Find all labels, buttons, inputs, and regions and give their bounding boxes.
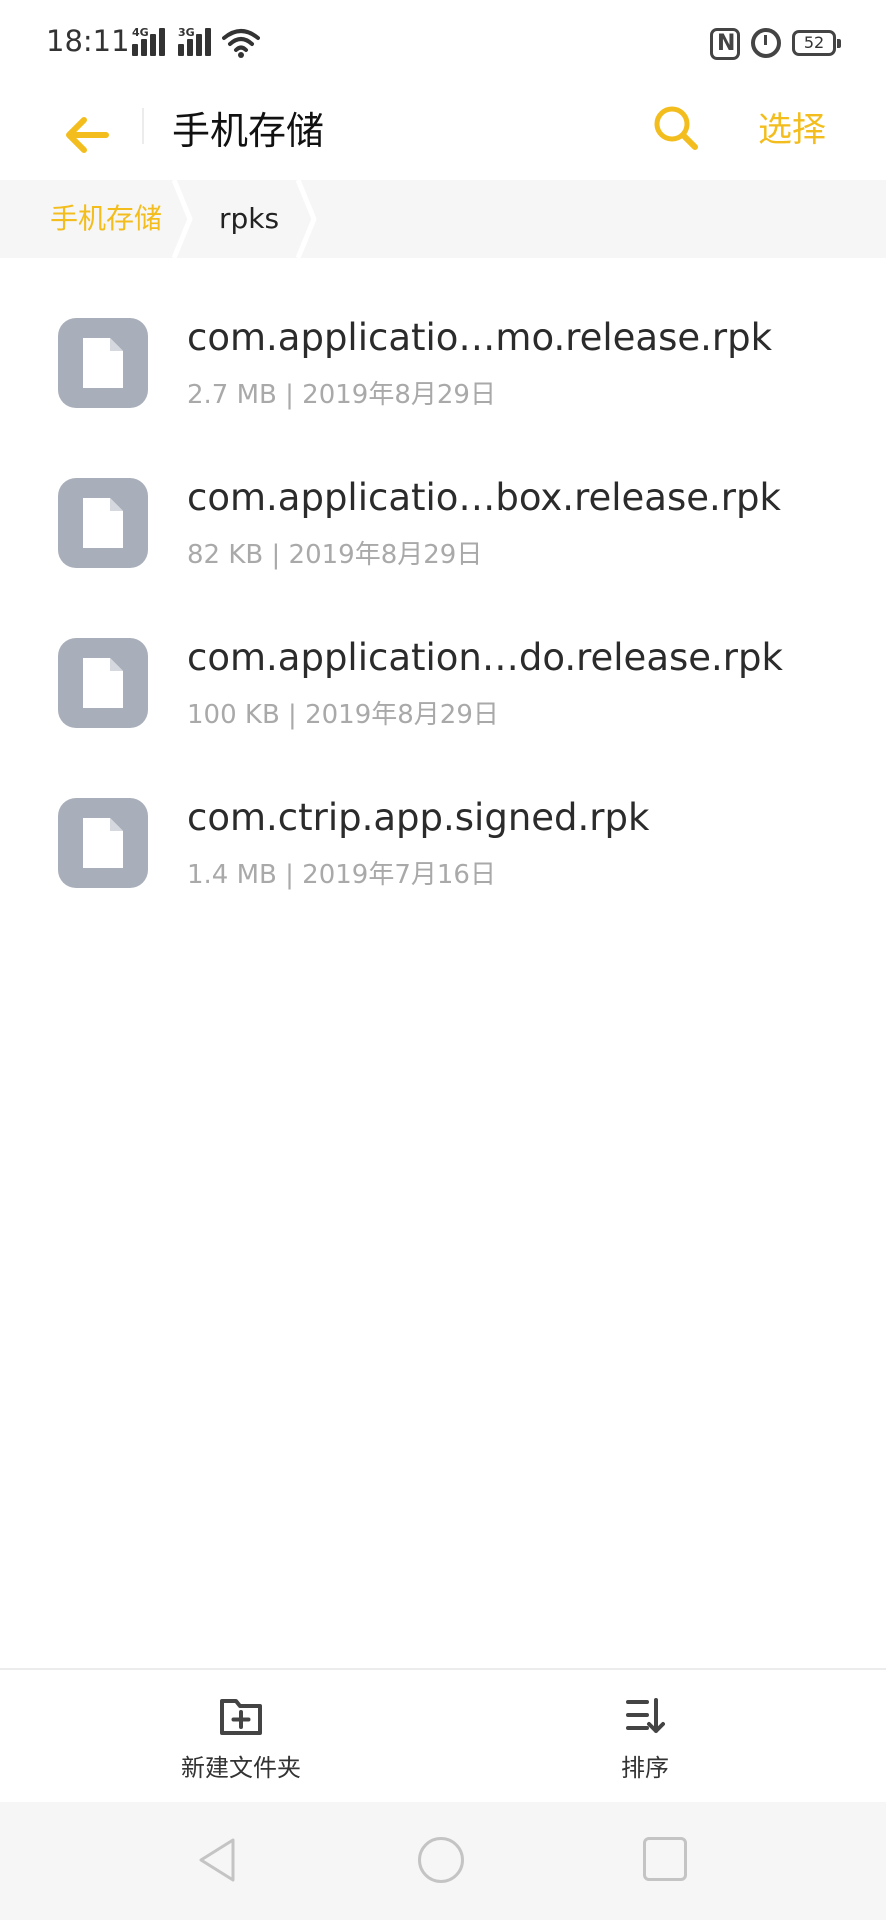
- header-divider: [142, 108, 144, 144]
- file-list-item[interactable]: com.ctrip.app.signed.rpk 1.4 MB | 2019年7…: [0, 762, 886, 922]
- file-list: com.applicatio…mo.release.rpk 2.7 MB | 2…: [0, 282, 886, 922]
- breadcrumb-separator-icon: [296, 180, 317, 258]
- sort-label: 排序: [621, 1754, 669, 1782]
- file-icon: [58, 478, 148, 568]
- file-meta: 1.4 MB | 2019年7月16日: [187, 860, 496, 890]
- page-title: 手机存储: [172, 109, 325, 153]
- nfc-icon: [710, 28, 740, 60]
- system-nav-bar: [0, 1802, 886, 1920]
- file-list-item[interactable]: com.application…do.release.rpk 100 KB | …: [0, 602, 886, 762]
- breadcrumb-separator-icon: [172, 180, 193, 258]
- back-arrow-icon[interactable]: [60, 108, 114, 162]
- bottom-toolbar: 新建文件夹 排序: [0, 1668, 886, 1802]
- alarm-icon: [751, 28, 781, 58]
- nav-back-icon[interactable]: [196, 1836, 238, 1884]
- breadcrumb-item-root[interactable]: 手机存储: [50, 180, 162, 258]
- battery-icon: 52: [792, 30, 841, 56]
- file-list-item[interactable]: com.applicatio…box.release.rpk 82 KB | 2…: [0, 442, 886, 602]
- sort-button[interactable]: 排序: [590, 1696, 700, 1783]
- new-folder-button[interactable]: 新建文件夹: [160, 1696, 322, 1783]
- new-folder-icon: [220, 1699, 262, 1735]
- file-list-item[interactable]: com.applicatio…mo.release.rpk 2.7 MB | 2…: [0, 282, 886, 442]
- select-button[interactable]: 选择: [758, 102, 826, 151]
- file-icon: [58, 798, 148, 888]
- file-meta: 2.7 MB | 2019年8月29日: [187, 380, 496, 410]
- file-name: com.applicatio…box.release.rpk: [187, 476, 781, 519]
- new-folder-label: 新建文件夹: [181, 1754, 301, 1782]
- wifi-icon: [222, 29, 260, 58]
- sort-icon: [626, 1698, 665, 1733]
- file-meta: 82 KB | 2019年8月29日: [187, 540, 483, 570]
- file-icon: [58, 318, 148, 408]
- file-icon: [58, 638, 148, 728]
- file-name: com.ctrip.app.signed.rpk: [187, 796, 650, 839]
- app-header: 手机存储 选择: [0, 90, 886, 180]
- breadcrumb: 手机存储 rpks: [0, 180, 886, 258]
- status-bar: 18:11 4G 3G 52: [0, 0, 886, 90]
- breadcrumb-item-current[interactable]: rpks: [219, 180, 279, 258]
- file-meta: 100 KB | 2019年8月29日: [187, 700, 499, 730]
- nav-home-icon[interactable]: [418, 1837, 464, 1883]
- nav-recents-icon[interactable]: [643, 1837, 687, 1881]
- file-name: com.applicatio…mo.release.rpk: [187, 316, 773, 359]
- status-time: 18:11: [46, 24, 130, 58]
- file-name: com.application…do.release.rpk: [187, 636, 783, 679]
- search-icon[interactable]: [650, 102, 702, 154]
